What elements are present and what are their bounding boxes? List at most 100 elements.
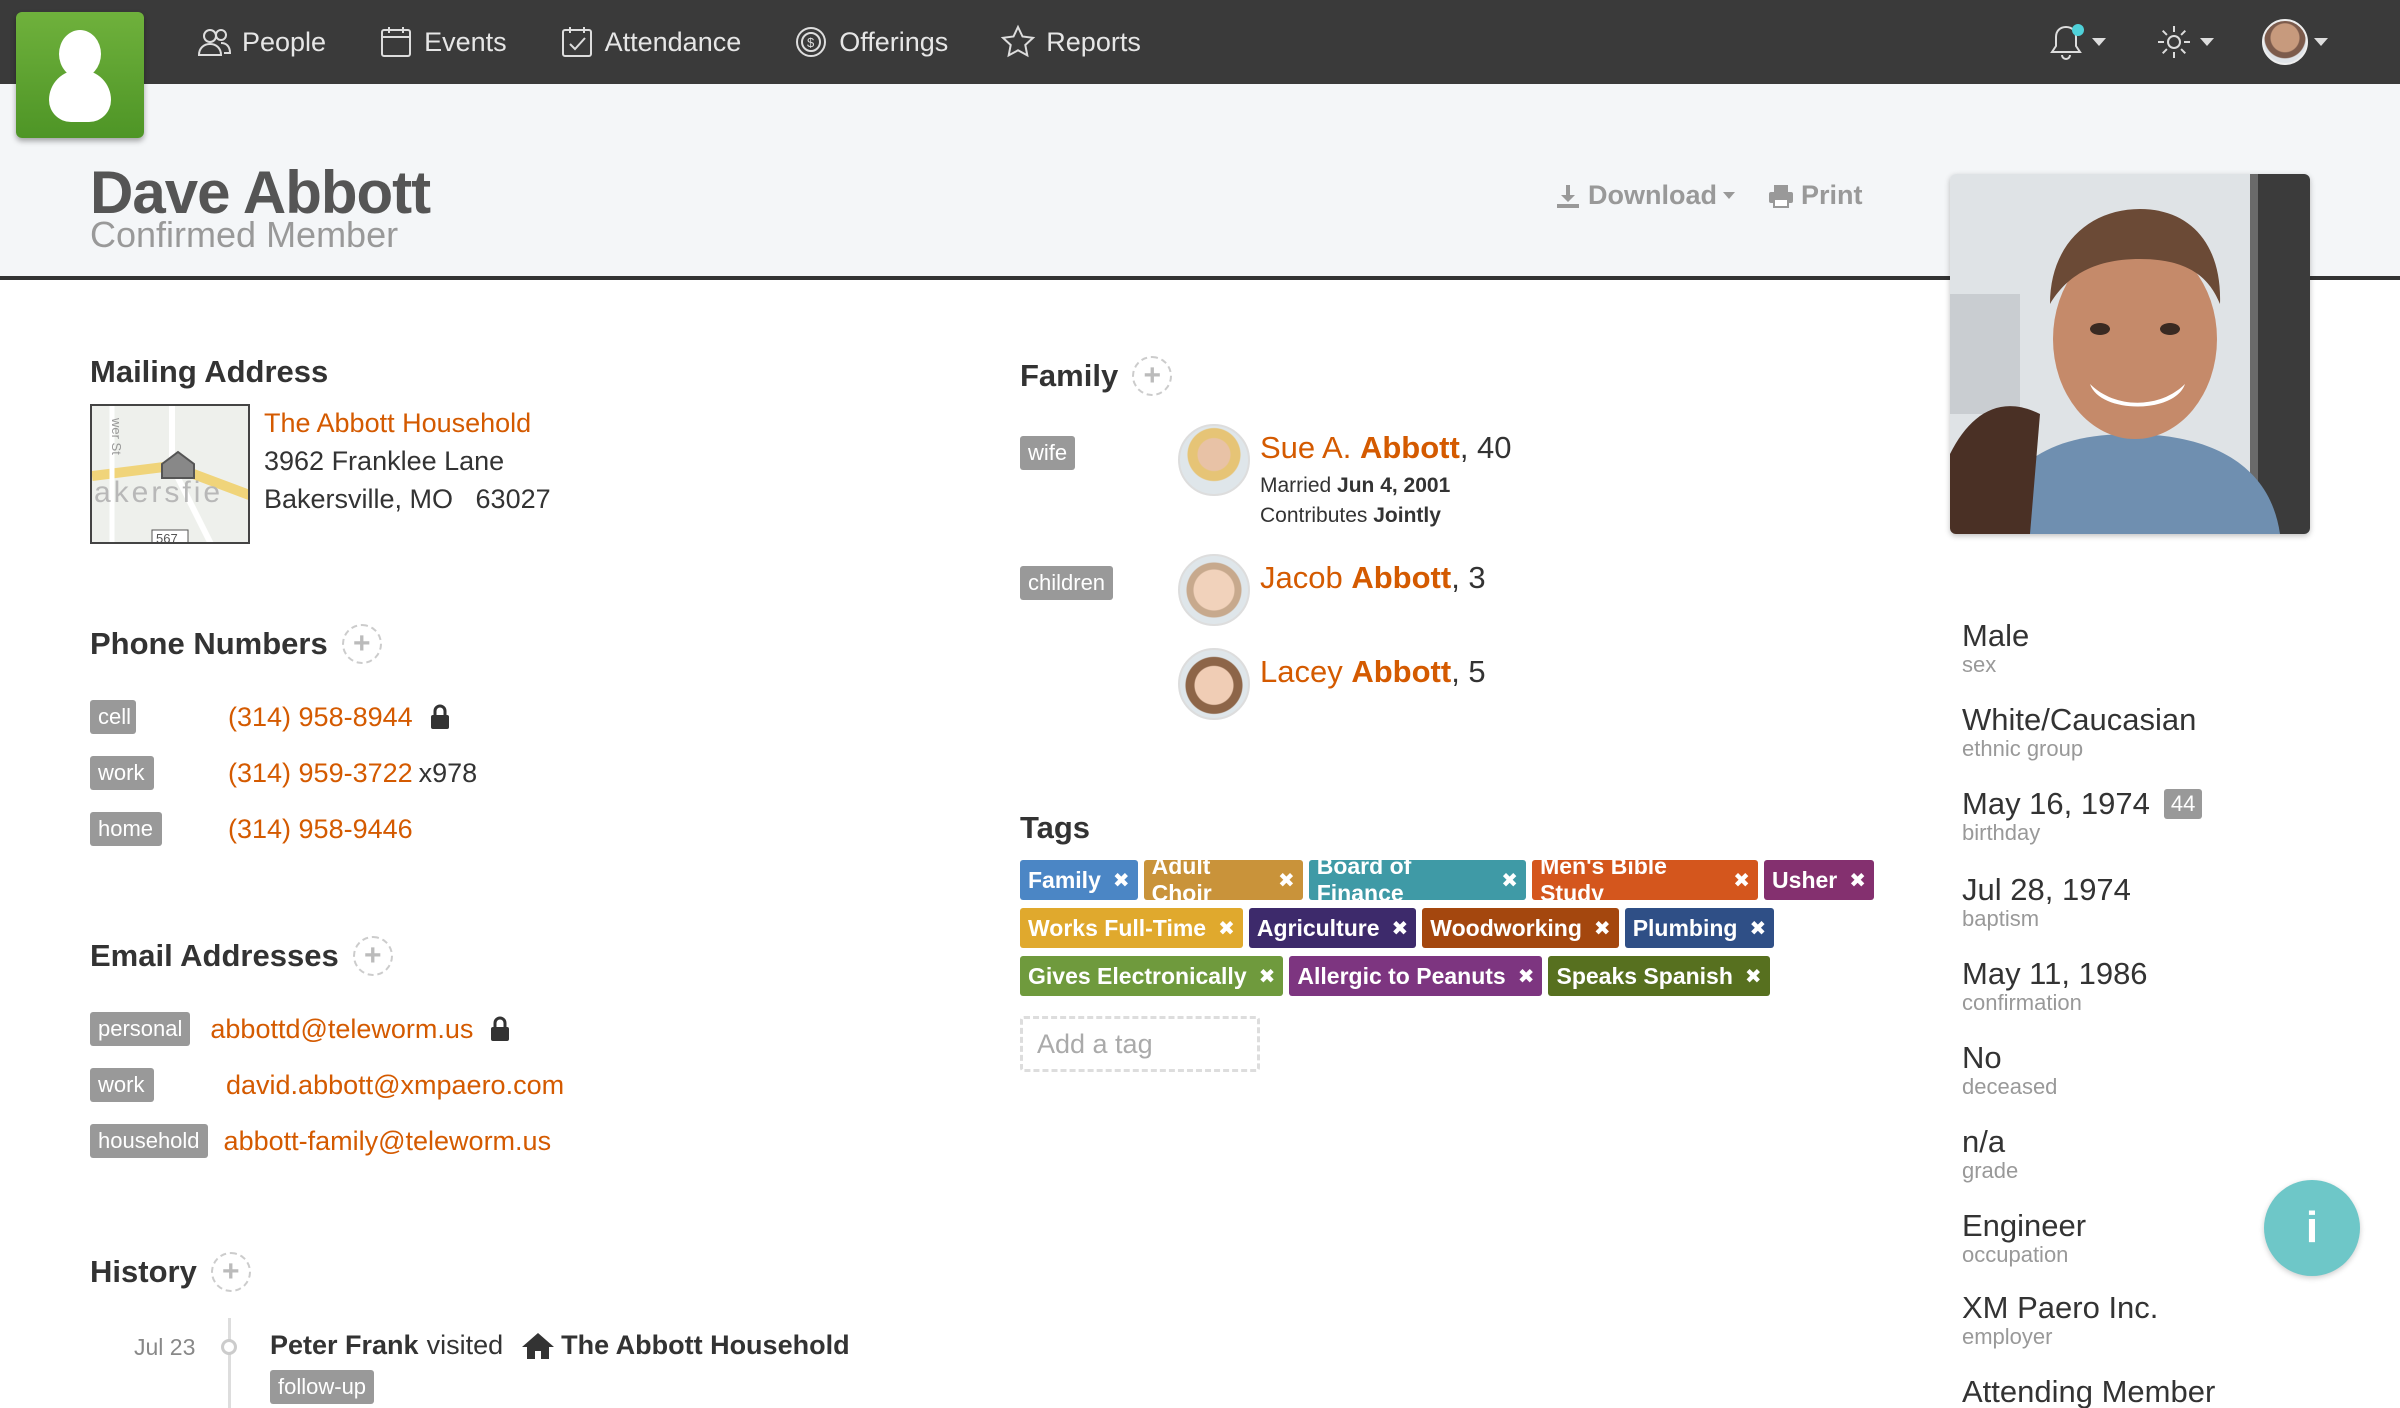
detail-key: baptism [1962, 906, 2040, 931]
tag[interactable]: Men's Bible Study ✖ [1532, 853, 1759, 906]
detail-value: May 16, 1974 [1962, 786, 2150, 821]
checkbox-icon [561, 27, 592, 57]
detail-value: Engineer [1962, 1208, 2087, 1243]
remove-tag-icon[interactable]: ✖ [1259, 964, 1276, 989]
contributes-label: Contributes [1260, 504, 1368, 527]
email-type-label: personal [90, 1012, 191, 1046]
top-navigation-bar: People Events Attendance $ Offerings Rep… [0, 0, 2400, 84]
app-logo[interactable] [16, 12, 144, 138]
map-thumbnail[interactable]: akersfie wer St 567 [90, 404, 250, 544]
nav-offerings[interactable]: $ Offerings [793, 24, 948, 60]
tag-label: Usher [1772, 866, 1838, 893]
detail-value: Attending Member [1962, 1374, 2216, 1408]
phone-type-label: cell [90, 700, 136, 734]
detail-item: Engineer occupation [1962, 1208, 2086, 1268]
add-phone-button[interactable]: + [341, 624, 382, 664]
settings-menu[interactable] [2154, 22, 2214, 62]
chevron-down-icon [2200, 38, 2214, 46]
notifications-menu[interactable] [2046, 22, 2106, 62]
detail-value-row: Jul 28, 1974 [1962, 872, 2131, 908]
add-family-button[interactable]: + [1132, 356, 1173, 396]
print-button[interactable]: Print [1767, 180, 1863, 211]
detail-item: Attending Member [1962, 1374, 2215, 1408]
family-member-name[interactable]: Jacob Abbott, 3 [1260, 560, 1486, 596]
remove-tag-icon[interactable]: ✖ [1745, 964, 1762, 989]
detail-item: May 16, 1974 44 birthday [1962, 786, 2203, 846]
tag[interactable]: Plumbing ✖ [1624, 908, 1775, 948]
nav-offerings-label: Offerings [839, 26, 949, 57]
remove-tag-icon[interactable]: ✖ [1733, 868, 1750, 893]
email-link[interactable]: abbott-family@teleworm.us [224, 1126, 552, 1157]
info-button[interactable]: i [2264, 1180, 2360, 1276]
family-title: Family [1020, 358, 1119, 393]
remove-tag-icon[interactable]: ✖ [1278, 868, 1295, 893]
tag-label: Gives Electronically [1028, 962, 1247, 989]
detail-value-row: May 11, 1986 [1962, 956, 2148, 992]
detail-value-row: Attending Member [1962, 1374, 2215, 1408]
map-route-label: 567 [156, 531, 178, 544]
remove-tag-icon[interactable]: ✖ [1218, 916, 1235, 941]
contribution-info: Contributes Jointly [1260, 504, 1441, 528]
remove-tag-icon[interactable]: ✖ [1518, 964, 1535, 989]
email-link[interactable]: david.abbott@xmpaero.com [226, 1070, 564, 1101]
download-button[interactable]: Download [1554, 180, 1735, 211]
nav-people[interactable]: People [196, 24, 326, 60]
tag[interactable]: Woodworking ✖ [1422, 908, 1619, 948]
avatar[interactable] [1178, 554, 1250, 626]
user-menu[interactable] [2262, 19, 2328, 65]
phone-number-link[interactable]: (314) 958-9446 [228, 814, 413, 845]
tag-label: Men's Bible Study [1540, 853, 1667, 906]
detail-item: Male sex [1962, 618, 2029, 678]
main-nav: People Events Attendance $ Offerings Rep… [196, 0, 1193, 84]
history-date: Jul 23 [134, 1334, 196, 1360]
email-type-label: household [90, 1124, 208, 1158]
remove-tag-icon[interactable]: ✖ [1594, 916, 1611, 941]
tag[interactable]: Agriculture ✖ [1248, 908, 1417, 948]
phone-number-link[interactable]: (314) 959-3722 [228, 758, 413, 789]
remove-tag-icon[interactable]: ✖ [1113, 868, 1130, 893]
detail-item: n/a grade [1962, 1124, 2018, 1184]
history-actor[interactable]: Peter Frank [270, 1330, 419, 1361]
nav-events[interactable]: Events [378, 24, 507, 60]
profile-photo[interactable] [1950, 174, 2310, 534]
marriage-info: Married Jun 4, 2001 [1260, 474, 1450, 498]
married-label: Married [1260, 474, 1332, 497]
email-link[interactable]: abbottd@teleworm.us [210, 1014, 473, 1045]
add-email-button[interactable]: + [352, 936, 393, 976]
add-history-button[interactable]: + [210, 1252, 251, 1292]
timeline-dot [221, 1339, 237, 1355]
avatar[interactable] [1178, 424, 1250, 496]
remove-tag-icon[interactable]: ✖ [1849, 868, 1866, 893]
tag-label: Plumbing [1632, 914, 1738, 941]
download-label: Download [1588, 180, 1717, 210]
phone-number-link[interactable]: (314) 958-8944 [228, 702, 413, 733]
tag-label: Woodworking [1430, 914, 1582, 941]
remove-tag-icon[interactable]: ✖ [1749, 916, 1766, 941]
nav-reports[interactable]: Reports [1000, 24, 1141, 60]
tag[interactable]: Board of Finance ✖ [1308, 853, 1527, 906]
history-target[interactable]: The Abbott Household [561, 1330, 849, 1361]
avatar[interactable] [1178, 648, 1250, 720]
nav-attendance[interactable]: Attendance [559, 24, 741, 60]
tag-label: Speaks Spanish [1556, 962, 1733, 989]
tag[interactable]: Adult Choir ✖ [1143, 853, 1303, 906]
phone-extension: x978 [418, 757, 478, 788]
tag[interactable]: Allergic to Peanuts ✖ [1289, 956, 1543, 996]
tag[interactable]: Speaks Spanish ✖ [1548, 956, 1770, 996]
detail-key: grade [1962, 1158, 2019, 1183]
tag-label: Adult Choir [1151, 853, 1212, 906]
family-member-name[interactable]: Lacey Abbott, 5 [1260, 654, 1486, 690]
household-link[interactable]: The Abbott Household [264, 404, 551, 442]
tag[interactable]: Usher ✖ [1764, 860, 1875, 900]
tag[interactable]: Works Full-Time ✖ [1020, 908, 1243, 948]
detail-item: White/Caucasian ethnic group [1962, 702, 2196, 762]
member-age: , 40 [1459, 430, 1512, 465]
phone-numbers-heading: Phone Numbers + [90, 624, 382, 664]
tag[interactable]: Gives Electronically ✖ [1020, 956, 1284, 996]
remove-tag-icon[interactable]: ✖ [1501, 868, 1518, 893]
family-member-name[interactable]: Sue A. Abbott, 40 [1260, 430, 1512, 466]
tag[interactable]: Family ✖ [1020, 860, 1138, 900]
remove-tag-icon[interactable]: ✖ [1392, 916, 1409, 941]
plus-icon: + [363, 939, 382, 972]
add-tag-input[interactable]: Add a tag [1020, 1016, 1260, 1072]
